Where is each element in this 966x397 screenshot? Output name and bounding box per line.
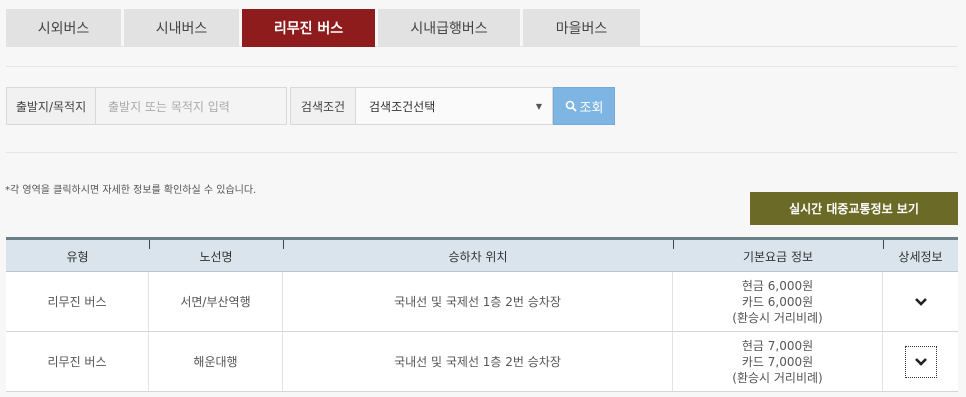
search-icon xyxy=(565,100,577,112)
fare-cash: 현금 7,000원 xyxy=(741,338,814,353)
tab-limousine-bus[interactable]: 리무진 버스 xyxy=(242,9,375,47)
cell-detail xyxy=(883,332,958,391)
table-row[interactable]: 리무진 버스 서면/부산역행 국내선 및 국제선 1층 2번 승차장 현금 6,… xyxy=(6,272,958,332)
cell-fare: 현금 7,000원 카드 7,000원 (환승시 거리비례) xyxy=(673,332,883,391)
condition-select-value: 검색조건선택 xyxy=(369,99,436,114)
header-stop: 승하차 위치 xyxy=(448,249,508,264)
cell-type: 리무진 버스 xyxy=(6,272,149,331)
realtime-transit-button[interactable]: 실시간 대중교통정보 보기 xyxy=(750,192,958,225)
fare-note: (환승시 거리비례) xyxy=(732,310,823,325)
tab-village-bus[interactable]: 마을버스 xyxy=(523,9,640,47)
cell-stop: 국내선 및 국제선 1층 2번 승차장 xyxy=(283,272,673,331)
detail-toggle-button[interactable] xyxy=(905,286,937,318)
chevron-down-icon xyxy=(914,357,927,366)
table-row[interactable]: 리무진 버스 해운대행 국내선 및 국제선 1층 2번 승차장 현금 7,000… xyxy=(6,332,958,392)
info-note: *각 영역을 클릭하시면 자세한 정보를 확인하실 수 있습니다. xyxy=(5,185,257,196)
divider xyxy=(6,152,957,153)
bus-type-tabs: 시외버스 시내버스 리무진 버스 시내급행버스 마을버스 xyxy=(6,9,957,47)
tab-city-bus[interactable]: 시내버스 xyxy=(124,9,239,47)
tab-intercity-bus[interactable]: 시외버스 xyxy=(6,9,121,47)
cell-type: 리무진 버스 xyxy=(6,332,149,391)
detail-toggle-button[interactable] xyxy=(904,345,937,378)
origin-input[interactable]: 출발지 또는 목적지 입력 xyxy=(95,87,287,125)
chevron-down-icon xyxy=(914,297,927,306)
divider xyxy=(6,66,957,67)
cell-stop: 국내선 및 국제선 1층 2번 승차장 xyxy=(283,332,673,391)
header-route: 노선명 xyxy=(199,249,233,264)
cell-fare: 현금 6,000원 카드 6,000원 (환승시 거리비례) xyxy=(673,272,883,331)
search-button-label: 조회 xyxy=(579,100,604,116)
fare-card: 카드 7,000원 xyxy=(741,354,814,369)
caret-down-icon: ▼ xyxy=(535,102,542,111)
header-type: 유형 xyxy=(66,249,89,264)
table-header: 유형 노선명 승하차 위치 기본요금 정보 상세정보 xyxy=(6,240,958,272)
search-button[interactable]: 조회 xyxy=(553,87,615,125)
cell-detail xyxy=(883,272,958,331)
fare-card: 카드 6,000원 xyxy=(741,294,814,309)
condition-label: 검색조건 xyxy=(290,87,356,125)
fare-note: (환승시 거리비례) xyxy=(732,370,823,385)
bus-table: 유형 노선명 승하차 위치 기본요금 정보 상세정보 리무진 버스 서면/부산역… xyxy=(6,237,958,392)
origin-label: 출발지/목적지 xyxy=(6,87,96,125)
condition-select[interactable]: 검색조건선택 ▼ xyxy=(355,87,553,125)
cell-route: 서면/부산역행 xyxy=(149,272,283,331)
tab-express-city-bus[interactable]: 시내급행버스 xyxy=(378,9,520,47)
cell-route: 해운대행 xyxy=(149,332,283,391)
header-detail: 상세정보 xyxy=(898,249,943,264)
fare-cash: 현금 6,000원 xyxy=(741,278,814,293)
header-fare: 기본요금 정보 xyxy=(742,249,814,264)
